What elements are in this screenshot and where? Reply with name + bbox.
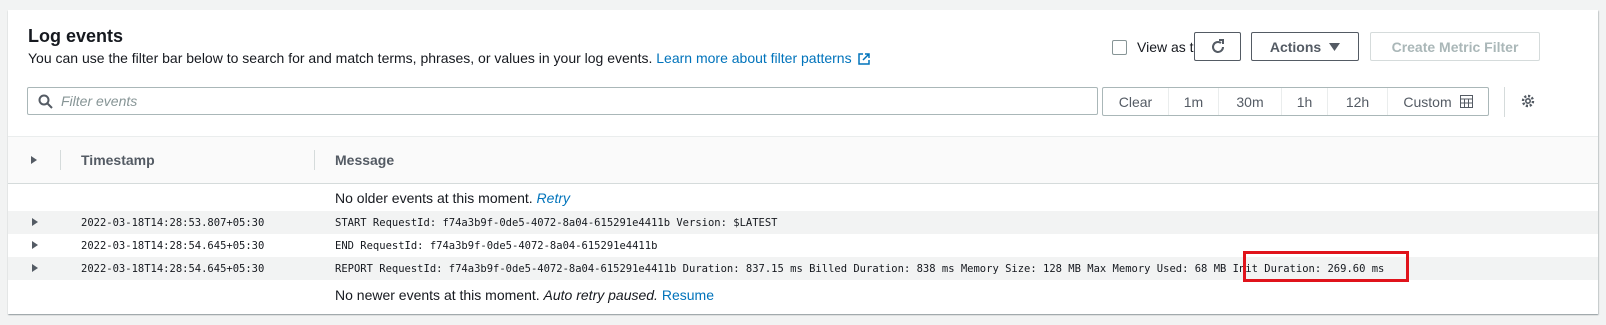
view-as-text-checkbox[interactable] <box>1112 39 1127 55</box>
row-message: START RequestId: f74a3b9f-0de5-4072-8a04… <box>335 217 778 229</box>
older-events-text: No older events at this moment. <box>335 190 533 206</box>
time-30m-button[interactable]: 30m <box>1219 88 1282 115</box>
expand-row-icon[interactable] <box>32 264 38 272</box>
expand-row-icon[interactable] <box>32 241 38 249</box>
newer-events-notice: No newer events at this moment. Auto ret… <box>335 287 714 303</box>
newer-events-text: No newer events at this moment. <box>335 287 540 303</box>
actions-button[interactable]: Actions <box>1251 32 1359 61</box>
refresh-button[interactable] <box>1194 32 1241 61</box>
learn-more-label: Learn more about filter patterns <box>656 50 852 66</box>
message-header[interactable]: Message <box>335 152 394 168</box>
page-title: Log events <box>28 26 124 46</box>
log-events-panel: Log events You can use the filter bar be… <box>8 10 1598 314</box>
column-divider <box>60 150 61 170</box>
toolbar-divider <box>1504 87 1505 117</box>
caret-down-icon <box>1329 42 1341 51</box>
time-1m-button[interactable]: 1m <box>1169 88 1219 115</box>
actions-label: Actions <box>1269 38 1322 55</box>
older-events-notice: No older events at this moment. Retry <box>335 190 570 206</box>
row-message: REPORT RequestId: f74a3b9f-0de5-4072-8a0… <box>335 263 1385 275</box>
table-header: Timestamp Message <box>8 136 1598 184</box>
retry-link[interactable]: Retry <box>537 190 570 206</box>
table-row[interactable]: 2022-03-18T14:28:53.807+05:30 START Requ… <box>8 211 1598 234</box>
filter-events-input[interactable]: Filter events <box>27 87 1098 115</box>
calendar-icon <box>1459 95 1473 108</box>
custom-time-label: Custom <box>1403 93 1452 110</box>
expand-row-icon[interactable] <box>32 218 38 226</box>
search-icon <box>38 94 53 109</box>
init-duration-highlight-box <box>1243 251 1409 282</box>
page-description: You can use the filter bar below to sear… <box>28 50 870 66</box>
create-metric-filter-button[interactable]: Create Metric Filter <box>1370 32 1540 61</box>
expand-all-icon[interactable] <box>31 156 37 164</box>
create-metric-filter-label: Create Metric Filter <box>1391 38 1519 55</box>
time-range-selector: Clear 1m 30m 1h 12h Custom <box>1102 87 1489 116</box>
settings-gear-icon[interactable] <box>1520 93 1536 109</box>
refresh-icon <box>1211 38 1224 53</box>
clear-time-button[interactable]: Clear <box>1103 88 1169 115</box>
custom-time-button[interactable]: Custom <box>1388 88 1488 115</box>
row-timestamp: 2022-03-18T14:28:53.807+05:30 <box>81 217 265 229</box>
auto-retry-text: Auto retry paused. <box>543 287 658 303</box>
timestamp-header[interactable]: Timestamp <box>81 152 155 168</box>
filter-placeholder: Filter events <box>61 93 138 109</box>
time-12h-button[interactable]: 12h <box>1328 88 1388 115</box>
column-divider <box>314 150 315 170</box>
description-text: You can use the filter bar below to sear… <box>28 50 653 66</box>
external-link-icon <box>857 53 870 65</box>
row-message: END RequestId: f74a3b9f-0de5-4072-8a04-6… <box>335 240 658 252</box>
learn-more-link[interactable]: Learn more about filter patterns <box>656 50 870 66</box>
resume-link[interactable]: Resume <box>662 287 714 303</box>
row-timestamp: 2022-03-18T14:28:54.645+05:30 <box>81 240 265 252</box>
time-1h-button[interactable]: 1h <box>1282 88 1328 115</box>
row-timestamp: 2022-03-18T14:28:54.645+05:30 <box>81 263 265 275</box>
